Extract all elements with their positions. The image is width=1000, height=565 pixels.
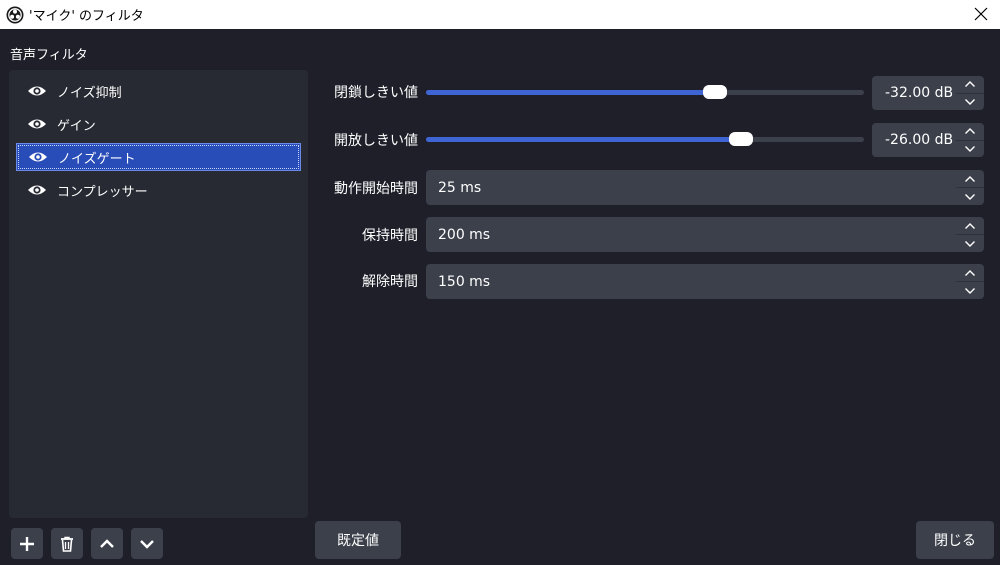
obs-logo-icon <box>6 6 24 23</box>
attack-time-label: 動作開始時間 <box>334 181 418 197</box>
plus-icon <box>20 536 34 551</box>
release-time-spinbox[interactable]: 150 ms <box>426 264 984 299</box>
close-threshold-slider[interactable] <box>426 85 864 99</box>
visibility-eye-icon[interactable] <box>27 117 47 131</box>
chevron-down-icon <box>140 539 154 549</box>
chevron-down-icon <box>965 145 975 152</box>
open-threshold-label: 開放しきい値 <box>334 133 418 149</box>
attack-time-spinbox[interactable]: 25 ms <box>426 170 984 205</box>
close-threshold-label: 閉鎖しきい値 <box>334 85 418 101</box>
close-threshold-spinbox[interactable]: -32.00 dB <box>872 76 984 110</box>
filter-list[interactable]: ノイズ抑制 ゲイン ノイズゲート コンプレッサー <box>9 70 308 518</box>
chevron-up-icon <box>100 538 114 548</box>
decrement-button[interactable] <box>956 141 984 158</box>
close-threshold-value[interactable]: -32.00 dB <box>885 85 953 101</box>
visibility-eye-icon[interactable] <box>27 183 47 197</box>
spin-arrows <box>956 123 984 157</box>
window-title: 'マイク' のフィルタ <box>29 9 144 24</box>
increment-button[interactable] <box>956 123 984 141</box>
decrement-button[interactable] <box>956 235 984 252</box>
close-window-button[interactable] <box>970 3 992 25</box>
decrement-button[interactable] <box>956 94 984 111</box>
filter-item-label: ノイズ抑制 <box>57 85 122 101</box>
chevron-down-icon <box>965 98 975 105</box>
trash-icon <box>61 536 73 552</box>
filter-item-noise-suppression[interactable]: ノイズ抑制 <box>16 77 301 105</box>
open-threshold-spinbox[interactable]: -26.00 dB <box>872 123 984 157</box>
chevron-up-icon <box>965 269 975 276</box>
visibility-eye-icon[interactable] <box>27 84 47 98</box>
increment-button[interactable] <box>956 217 984 235</box>
increment-button[interactable] <box>956 170 984 188</box>
hold-time-spinbox[interactable]: 200 ms <box>426 217 984 252</box>
increment-button[interactable] <box>956 76 984 94</box>
open-threshold-value[interactable]: -26.00 dB <box>885 132 953 148</box>
chevron-up-icon <box>965 175 975 182</box>
release-time-value[interactable]: 150 ms <box>438 274 490 290</box>
slider-handle[interactable] <box>703 85 728 99</box>
filter-item-compressor[interactable]: コンプレッサー <box>16 176 301 204</box>
defaults-button[interactable]: 既定値 <box>315 521 401 559</box>
chevron-down-icon <box>965 240 975 247</box>
attack-time-value[interactable]: 25 ms <box>438 180 481 196</box>
chevron-up-icon <box>965 128 975 135</box>
chevron-down-icon <box>965 287 975 294</box>
filter-item-label: ゲイン <box>57 118 96 134</box>
remove-filter-button[interactable] <box>51 528 83 559</box>
decrement-button[interactable] <box>956 282 984 299</box>
move-filter-up-button[interactable] <box>91 528 123 559</box>
spin-arrows <box>956 217 984 252</box>
title-bar: 'マイク' のフィルタ <box>0 0 1000 29</box>
filter-item-gain[interactable]: ゲイン <box>16 110 301 138</box>
spin-arrows <box>956 264 984 299</box>
slider-fill <box>426 90 716 95</box>
filter-item-noise-gate[interactable]: ノイズゲート <box>16 143 301 171</box>
filter-item-label: コンプレッサー <box>57 184 148 200</box>
hold-time-label: 保持時間 <box>362 228 418 244</box>
decrement-button[interactable] <box>956 188 984 205</box>
release-time-label: 解除時間 <box>362 274 418 290</box>
chevron-up-icon <box>965 222 975 229</box>
spin-arrows <box>956 76 984 110</box>
hold-time-value[interactable]: 200 ms <box>438 227 490 243</box>
filter-item-label: ノイズゲート <box>58 151 136 167</box>
close-button[interactable]: 閉じる <box>916 521 994 559</box>
slider-handle[interactable] <box>729 132 754 146</box>
move-filter-down-button[interactable] <box>131 528 163 559</box>
chevron-down-icon <box>965 193 975 200</box>
audio-filters-label: 音声フィルタ <box>10 48 88 63</box>
add-filter-button[interactable] <box>11 528 43 559</box>
slider-fill <box>426 137 742 142</box>
increment-button[interactable] <box>956 264 984 282</box>
spin-arrows <box>956 170 984 205</box>
open-threshold-slider[interactable] <box>426 132 864 146</box>
visibility-eye-icon[interactable] <box>28 150 48 164</box>
close-icon <box>974 7 988 21</box>
chevron-up-icon <box>965 81 975 88</box>
